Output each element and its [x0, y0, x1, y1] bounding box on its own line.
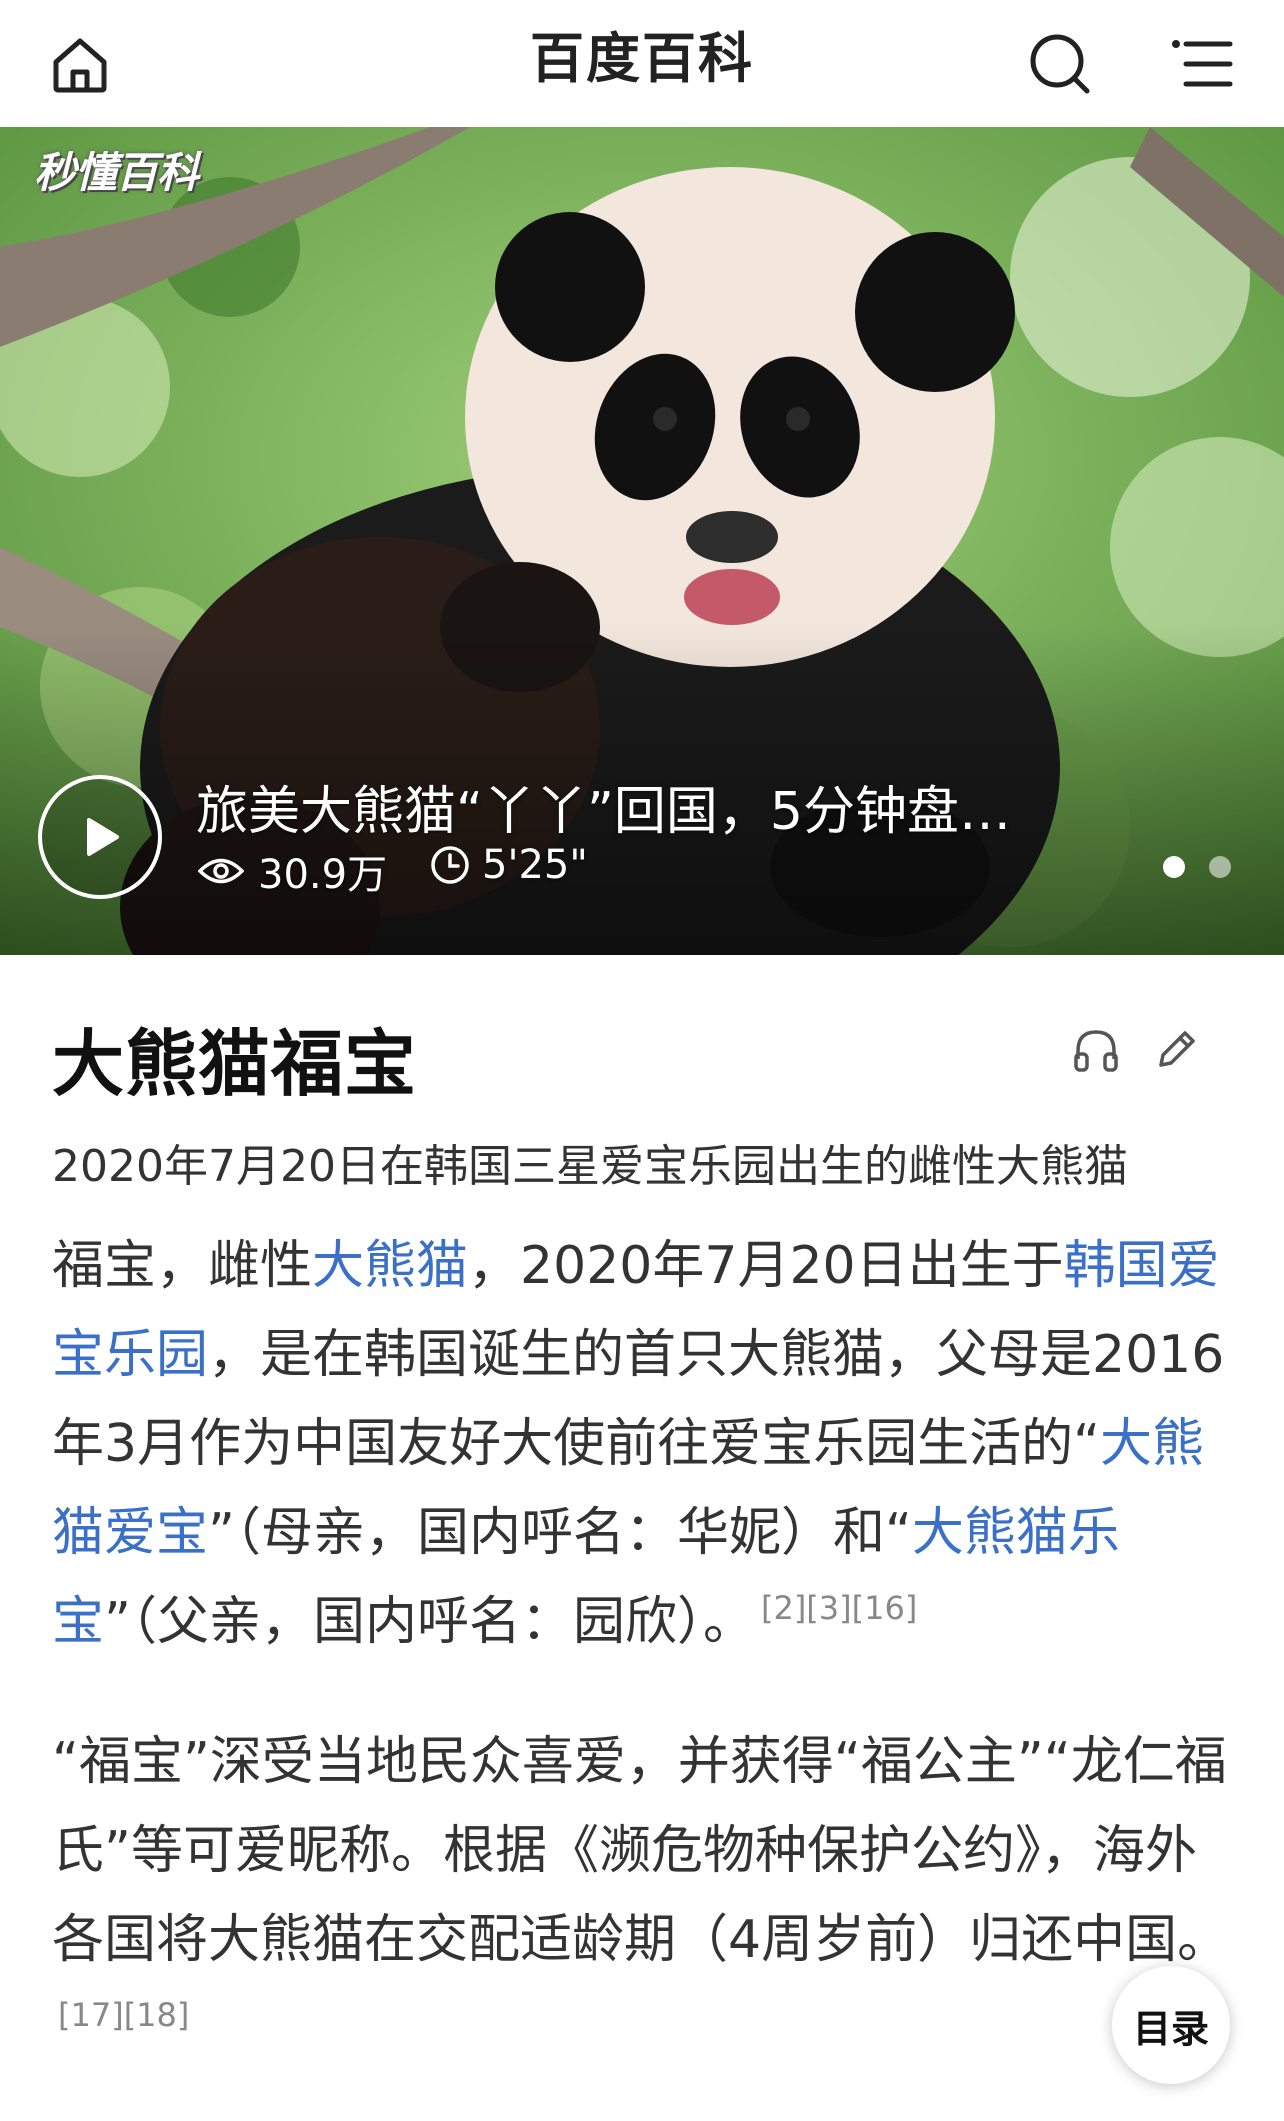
- table-of-contents-button[interactable]: 目录: [1112, 1966, 1230, 2084]
- edit-pencil-icon[interactable]: [1148, 1022, 1204, 1078]
- video-duration: 5'25": [430, 842, 588, 888]
- view-count: 30.9万: [198, 842, 387, 900]
- link-giant-panda[interactable]: 大熊猫: [312, 1236, 468, 1296]
- top-bar: 百度百科: [0, 0, 1284, 126]
- hero-video-card[interactable]: 秒懂百科 旅美大熊猫“丫丫”回国，5分钟盘… 30.9万 5'25": [0, 127, 1284, 955]
- text-segment: ，是在韩国诞生的首只大熊猫，父母是2016年3月作为中国友好大使前往爱宝乐园生活…: [52, 1325, 1225, 1474]
- carousel-dot[interactable]: [1209, 856, 1231, 878]
- carousel-dot-active[interactable]: [1163, 856, 1185, 878]
- text-segment: ”（母亲，国内呼名：华妮）和“: [208, 1503, 912, 1563]
- clock-icon: [431, 846, 469, 884]
- intro-paragraph: 福宝，雌性大熊猫，2020年7月20日出生于韩国爱宝乐园，是在韩国诞生的首只大熊…: [52, 1222, 1242, 1667]
- video-duration-value: 5'25": [482, 842, 588, 888]
- text-segment: “福宝”深受当地民众喜爱，并获得“福公主”“龙仁福氏”等可爱昵称。根据《濒危物种…: [52, 1732, 1230, 1970]
- page-title: 大熊猫福宝: [52, 1022, 418, 1106]
- second-paragraph: “福宝”深受当地民众喜爱，并获得“福公主”“龙仁福氏”等可爱昵称。根据《濒危物种…: [52, 1718, 1242, 2074]
- play-icon: [87, 818, 119, 856]
- reference-marks[interactable]: [2][3][16]: [761, 1589, 917, 1627]
- headphones-icon[interactable]: [1068, 1022, 1124, 1078]
- menu-icon[interactable]: [1162, 24, 1242, 104]
- reference-marks[interactable]: [17][18]: [58, 1996, 189, 2034]
- video-source-watermark: 秒懂百科: [34, 148, 199, 197]
- eye-icon: [198, 858, 244, 884]
- text-segment: ，2020年7月20日出生于: [468, 1236, 1064, 1296]
- article-subtitle: 2020年7月20日在韩国三星爱宝乐园出生的雌性大熊猫: [52, 1141, 1128, 1192]
- search-icon[interactable]: [1020, 24, 1100, 104]
- video-title[interactable]: 旅美大熊猫“丫丫”回国，5分钟盘…: [196, 769, 1056, 844]
- text-segment: 福宝，雌性: [52, 1236, 313, 1296]
- play-button[interactable]: [38, 775, 162, 899]
- text-segment: ”（父亲，国内呼名：园欣）。: [104, 1592, 755, 1652]
- view-count-value: 30.9万: [258, 852, 388, 898]
